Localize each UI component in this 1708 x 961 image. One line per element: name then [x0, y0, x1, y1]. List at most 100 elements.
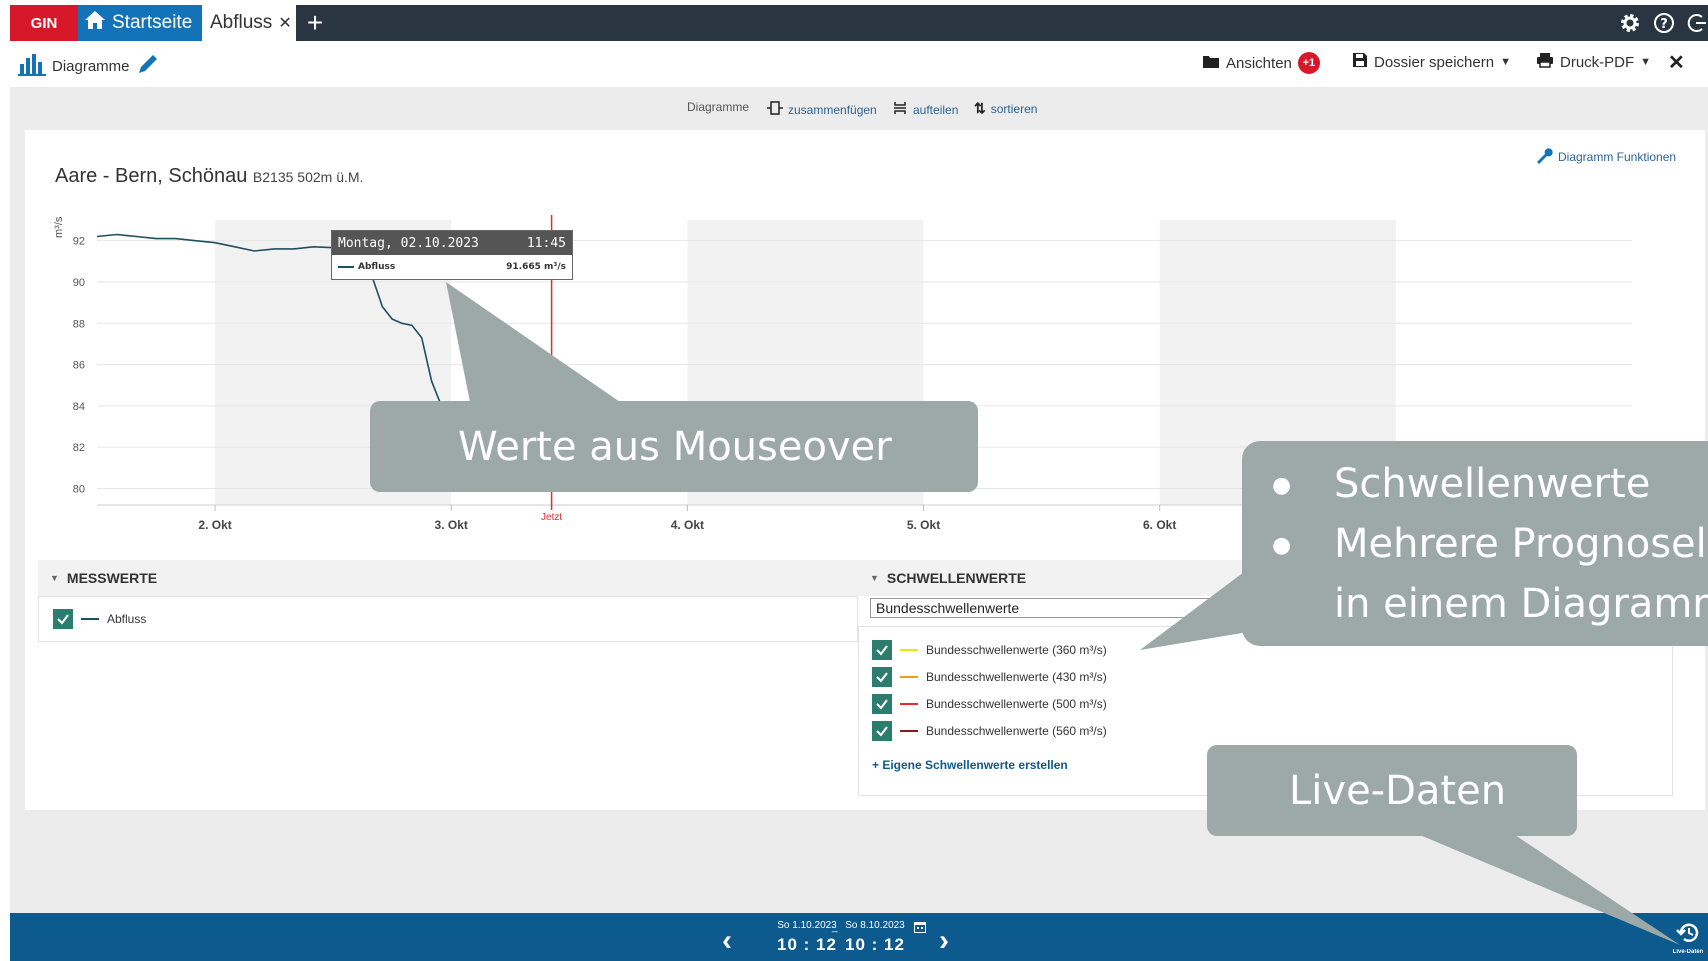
zusammenfuegen-label: zusammenfügen [788, 102, 877, 117]
notification-badge: +1 [1297, 52, 1320, 74]
station-info: B2135 502m ü.M. [252, 169, 364, 185]
list-item[interactable]: Bundesschwellenwerte (430 m³/s) [872, 667, 1107, 687]
y-tick-label: 84 [73, 401, 85, 413]
checkbox-checked[interactable] [872, 640, 892, 660]
legend-swatch [900, 730, 918, 732]
close-icon[interactable]: ✕ [1668, 50, 1685, 75]
station-name: Aare - Bern, Schönau [55, 165, 248, 187]
y-tick-label: 88 [73, 318, 85, 330]
range-separator: _ [832, 922, 838, 933]
help-icon[interactable]: ? [1650, 9, 1678, 37]
callout-bullet: ● Schwellenwerte [1272, 461, 1651, 507]
zusammenfuegen-button[interactable]: zusammenfügen [767, 100, 877, 119]
merge-icon [767, 100, 783, 119]
list-item[interactable]: Bundesschwellenwerte (560 m³/s) [872, 721, 1107, 741]
legend-swatch [900, 649, 918, 651]
split-icon [892, 100, 908, 119]
list-item-label: Abfluss [107, 612, 147, 626]
y-tick-label: 92 [73, 236, 85, 248]
dossier-speichern-button[interactable]: Dossier speichern ▼ [1352, 52, 1511, 72]
sort-icon: ⇅ [974, 100, 986, 116]
home-icon [84, 10, 106, 36]
legend-swatch [900, 676, 918, 678]
close-icon[interactable]: ✕ [278, 13, 291, 33]
chevron-left-icon[interactable]: ‹ [722, 924, 732, 958]
messwerte-header[interactable]: ▼ MESSWERTE [38, 560, 858, 596]
end-datetime[interactable]: So 8.10.2023 10 : 12 [840, 920, 910, 955]
app-logo[interactable]: GIN [10, 5, 78, 41]
x-tick-label: 4. Okt [671, 518, 704, 532]
live-daten-label: Live-Daten [1672, 949, 1704, 955]
tooltip-date: Montag, 02.10.2023 [338, 235, 479, 251]
tab-startseite[interactable]: Startseite [78, 5, 202, 41]
checkbox-checked[interactable] [53, 609, 73, 629]
callout-bullet: ● Mehrere Prognoseli [1272, 521, 1708, 567]
printer-icon [1536, 52, 1554, 72]
y-tick-label: 82 [73, 442, 85, 454]
svg-text:?: ? [1660, 17, 1668, 32]
diagramme-button[interactable]: Diagramme [18, 52, 160, 80]
diagramme-label: Diagramme [52, 57, 130, 75]
chevron-right-icon[interactable]: › [939, 924, 949, 958]
schwellenwerte-select[interactable]: Bundesschwellenwerte [870, 598, 1300, 618]
y-tick-label: 86 [73, 360, 85, 372]
calendar-icon[interactable] [914, 920, 926, 938]
checkbox-checked[interactable] [872, 667, 892, 687]
messwerte-list: Abfluss [38, 596, 858, 642]
subtoolbar-label: Diagramme [687, 100, 750, 114]
x-tick-label: 5. Okt [907, 518, 940, 532]
tab-label: Abfluss [210, 12, 273, 33]
caret-down-icon: ▼ [50, 573, 59, 583]
chart-title: Aare - Bern, Schönau B2135 502m ü.M. [55, 165, 363, 188]
druck-pdf-button[interactable]: Druck-PDF ▼ [1536, 52, 1651, 72]
legend-swatch [900, 703, 918, 705]
y-axis-label: m³/s [53, 216, 65, 238]
messwerte-title: MESSWERTE [66, 570, 158, 586]
aufteilen-button[interactable]: aufteilen [892, 100, 958, 119]
diagramm-funktionen-button[interactable]: Diagramm Funktionen [1535, 146, 1676, 167]
list-item-label: Bundesschwellenwerte (360 m³/s) [926, 643, 1107, 657]
gear-icon[interactable] [1616, 9, 1644, 37]
checkbox-checked[interactable] [872, 721, 892, 741]
legend-swatch [338, 266, 354, 268]
x-tick-label: 3. Okt [435, 518, 468, 532]
caret-down-icon: ▼ [1640, 56, 1652, 68]
tooltip-series: Abfluss [358, 262, 396, 272]
list-item-label: Bundesschwellenwerte (560 m³/s) [926, 724, 1107, 738]
tooltip-time: 11:45 [526, 235, 566, 251]
y-tick-label: 80 [73, 483, 85, 495]
sortieren-button[interactable]: ⇅ sortieren [974, 100, 1037, 117]
list-item[interactable]: Abfluss [53, 609, 146, 629]
callout-schwellenwerte: ● Schwellenwerte ● Mehrere Prognoseli in e… [1242, 441, 1708, 646]
callout-mouseover: Werte aus Mouseover [370, 401, 978, 492]
plus-icon[interactable]: + [300, 5, 330, 41]
callout-live-daten: Live-Daten [1207, 745, 1577, 836]
bar-chart-icon [18, 52, 46, 80]
create-schwellenwerte-link[interactable]: + Eigene Schwellenwerte erstellen [872, 758, 1068, 772]
list-item-label: Bundesschwellenwerte (500 m³/s) [926, 697, 1107, 711]
logout-icon[interactable] [1682, 9, 1708, 37]
start-time: 10 : 12 [777, 935, 837, 954]
live-daten-button[interactable]: Live-Daten [1668, 922, 1708, 955]
sortieren-label: sortieren [990, 101, 1038, 116]
x-tick-label: 2. Okt [198, 518, 231, 532]
caret-down-icon: ▼ [1500, 56, 1511, 68]
y-tick-label: 90 [73, 277, 85, 289]
end-date: So 8.10.2023 [845, 920, 905, 931]
pencil-icon[interactable] [136, 52, 160, 80]
checkbox-checked[interactable] [872, 694, 892, 714]
legend-swatch [81, 618, 99, 620]
x-tick-label: 6. Okt [1143, 518, 1176, 532]
caret-down-icon: ▼ [870, 573, 879, 583]
save-icon [1352, 52, 1368, 72]
list-item-label: Bundesschwellenwerte (430 m³/s) [926, 670, 1107, 684]
tab-abfluss[interactable]: Abfluss ✕ [202, 5, 296, 41]
tab-label: Startseite [112, 12, 193, 33]
list-item[interactable]: Bundesschwellenwerte (360 m³/s) [872, 640, 1107, 660]
list-item[interactable]: Bundesschwellenwerte (500 m³/s) [872, 694, 1107, 714]
ansichten-button[interactable]: Ansichten +1 [1202, 52, 1320, 74]
diagramm-funktionen-label: Diagramm Funktionen [1558, 149, 1677, 164]
tooltip-value: 91.665 m³/s [506, 262, 566, 272]
now-label: Jetzt [541, 512, 562, 523]
end-time: 10 : 12 [845, 935, 905, 954]
